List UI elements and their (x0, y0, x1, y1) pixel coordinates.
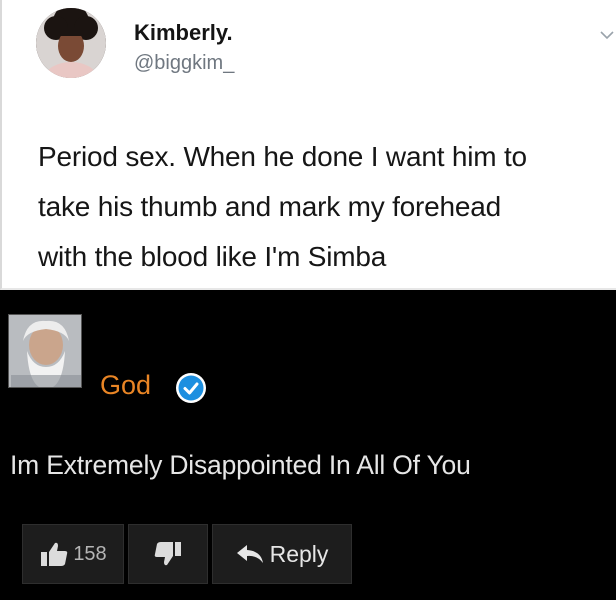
thumbs-down-icon (154, 542, 181, 566)
reply-arrow-icon (236, 545, 263, 563)
tweet-text: Period sex. When he done I want him to t… (38, 132, 612, 282)
like-button[interactable]: 158 (22, 524, 124, 584)
comment-actions: 158 Reply (22, 524, 356, 584)
user-handle[interactable]: @biggkim_ (134, 52, 234, 75)
dislike-button[interactable] (128, 524, 208, 584)
thumbs-up-icon (41, 542, 68, 566)
reply-button[interactable]: Reply (212, 524, 352, 584)
screenshot: Kimberly. @biggkim_ Period sex. When he … (0, 0, 616, 600)
user-display-name[interactable]: Kimberly. (134, 20, 233, 46)
verified-check-icon (176, 373, 206, 403)
comment-text: Im Extremely Disappointed In All Of You (10, 450, 471, 480)
tweet-text-line: take his thumb and mark my forehead (38, 191, 502, 222)
user-avatar[interactable] (36, 8, 106, 78)
chevron-down-icon[interactable] (600, 30, 614, 40)
user-avatar-image (36, 8, 106, 78)
comment: God Im Extremely Disappointed In All Of … (0, 290, 616, 600)
like-count: 158 (73, 542, 107, 565)
tweet-card: Kimberly. @biggkim_ Period sex. When he … (0, 0, 616, 290)
commenter-name[interactable]: God (100, 370, 151, 401)
tweet-text-line: Period sex. When he done I want him to (38, 141, 527, 172)
tweet-text-line: with the blood like I'm Simba (38, 241, 387, 272)
reply-label: Reply (269, 540, 329, 567)
commenter-avatar-image (9, 315, 81, 387)
commenter-avatar[interactable] (8, 314, 82, 388)
